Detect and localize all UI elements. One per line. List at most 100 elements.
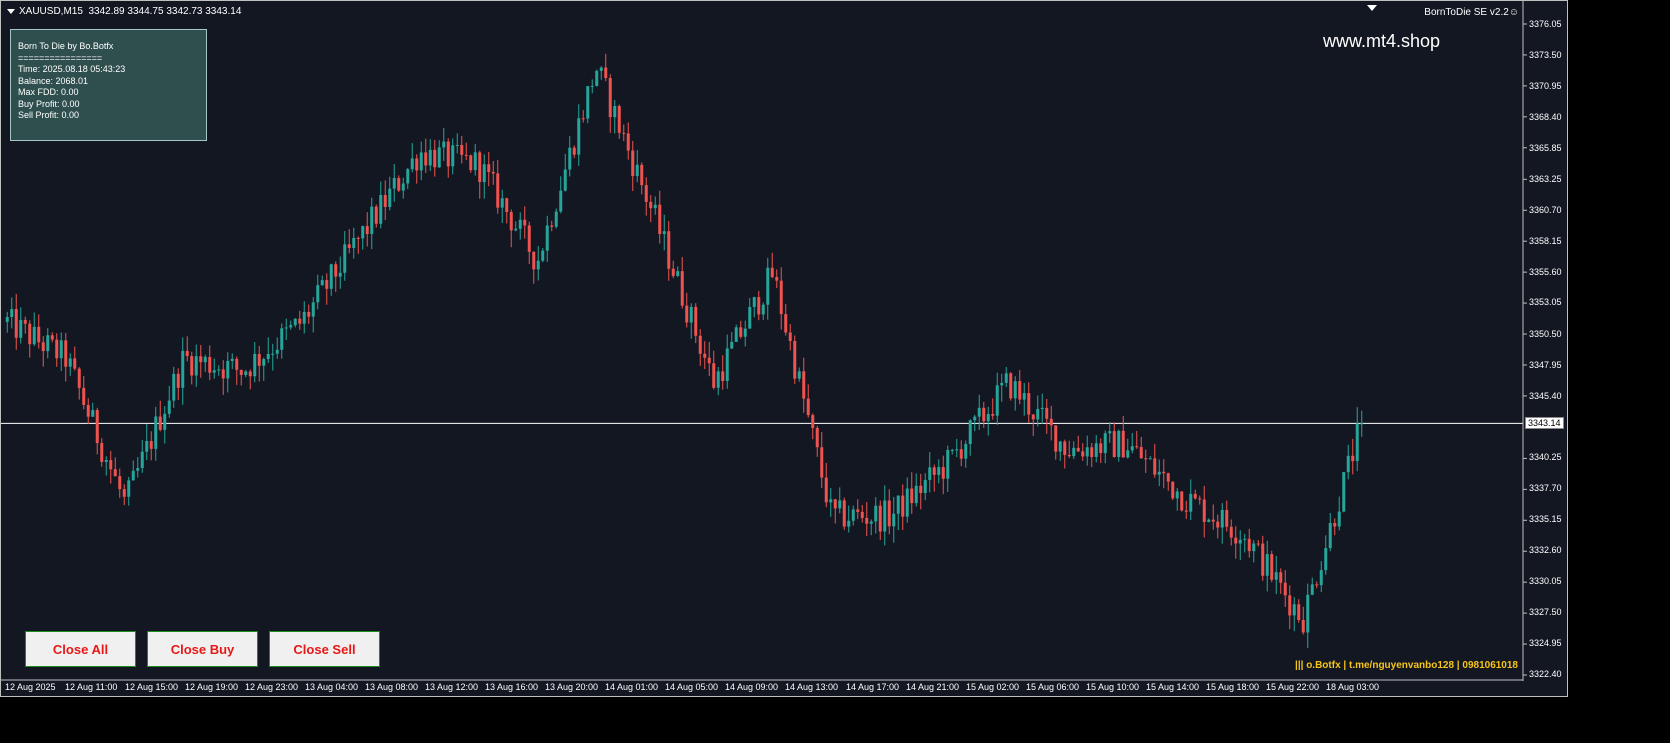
candle-body: [658, 204, 662, 235]
candle-body: [761, 304, 765, 315]
chart-shift-marker-icon[interactable]: [1367, 5, 1377, 11]
candle-body: [1292, 604, 1296, 616]
time-tick-label: 14 Aug 05:00: [665, 682, 719, 692]
time-tick-label: 15 Aug 14:00: [1146, 682, 1200, 692]
candle-body: [590, 85, 594, 87]
price-plot[interactable]: [1, 1, 1568, 697]
time-tick-label: 14 Aug 17:00: [846, 682, 900, 692]
time-tick-label: 13 Aug 12:00: [425, 682, 479, 692]
price-tick-label: 3368.40: [1529, 112, 1562, 122]
time-tick-label: 15 Aug 06:00: [1026, 682, 1080, 692]
candle-body: [806, 398, 810, 416]
price-tick-label: 3332.60: [1529, 545, 1562, 555]
symbol-name: XAUUSD,M15: [19, 6, 83, 17]
candle-body: [442, 141, 446, 148]
candle-body: [370, 206, 374, 235]
candle-body: [1000, 382, 1004, 386]
candle-body: [1130, 446, 1134, 451]
time-tick-label: 14 Aug 21:00: [906, 682, 960, 692]
candle-body: [775, 277, 779, 281]
candle-body: [1211, 519, 1215, 522]
price-tick-label: 3330.05: [1529, 576, 1562, 586]
candle-body: [896, 495, 900, 514]
candle-body: [856, 509, 860, 512]
close-buy-button[interactable]: Close Buy: [147, 631, 258, 667]
candle-body: [712, 363, 716, 388]
candle-body: [392, 178, 396, 189]
price-tick-label: 3324.95: [1529, 638, 1562, 648]
price-tick-label: 3327.50: [1529, 607, 1562, 617]
candle-body: [1306, 594, 1310, 633]
candle-body: [932, 467, 936, 475]
candle-body: [946, 449, 950, 479]
time-tick-label: 15 Aug 10:00: [1086, 682, 1140, 692]
price-tick-label: 3345.40: [1529, 391, 1562, 401]
candle-body: [559, 190, 563, 212]
candle-body: [329, 264, 333, 289]
candle-body: [1045, 407, 1049, 419]
candle-body: [118, 476, 122, 490]
candle-body: [617, 106, 621, 133]
candle-body: [199, 356, 203, 363]
candle-body: [1009, 373, 1013, 399]
candle-body: [100, 443, 104, 462]
candle-body: [536, 260, 540, 270]
candle-body: [127, 480, 131, 497]
candle-body: [460, 144, 464, 155]
price-tick-label: 3365.85: [1529, 143, 1562, 153]
candle-body: [1337, 511, 1341, 527]
price-tick-label: 3347.95: [1529, 360, 1562, 370]
candle-body: [1018, 381, 1022, 400]
candle-body: [487, 164, 491, 173]
candle-body: [374, 206, 378, 224]
candle-body: [280, 328, 284, 350]
candle-body: [545, 225, 549, 251]
candle-body: [221, 369, 225, 379]
candle-body: [1247, 538, 1251, 552]
candle-body: [1351, 455, 1355, 462]
candle-body: [469, 155, 473, 171]
candle-body: [383, 194, 387, 207]
candle-body: [302, 311, 306, 324]
candle-body: [1085, 447, 1089, 457]
candle-body: [46, 335, 50, 352]
time-axis[interactable]: 12 Aug 2025 12 Aug 11:00 12 Aug 15:00 12…: [1, 680, 1521, 696]
expert-advisor-label: BornToDie SE v2.2☺: [1424, 7, 1519, 18]
candle-body: [1171, 481, 1175, 499]
candle-body: [307, 311, 311, 317]
candle-body: [1252, 543, 1256, 552]
candle-body: [1198, 498, 1202, 500]
candle-body: [5, 316, 9, 322]
candle-body: [217, 369, 221, 371]
candle-body: [509, 212, 513, 231]
dropdown-triangle-icon[interactable]: [7, 8, 15, 14]
info-line: ================: [18, 52, 103, 63]
candle-body: [343, 244, 347, 273]
candle-body: [815, 427, 819, 448]
candle-body: [136, 468, 140, 471]
candle-body: [595, 70, 599, 86]
candle-body: [41, 342, 45, 352]
candle-body: [1063, 441, 1067, 455]
candle-body: [1144, 458, 1148, 460]
candle-body: [1090, 447, 1094, 458]
candle-body: [955, 449, 959, 451]
close-sell-button[interactable]: Close Sell: [269, 631, 380, 667]
candle-body: [770, 267, 774, 278]
info-line: Born To Die by Bo.Botfx: [18, 41, 114, 51]
candle-body: [554, 211, 558, 227]
candle-body: [950, 449, 954, 451]
price-axis[interactable]: 3376.05 3373.50 3370.95 3368.40 3365.85 …: [1521, 1, 1567, 696]
candle-body: [320, 280, 324, 286]
candle-body: [851, 509, 855, 521]
chart-window[interactable]: XAUUSD,M15 3342.89 3344.75 3342.73 3343.…: [0, 0, 1568, 697]
candle-body: [1243, 538, 1247, 540]
close-all-button[interactable]: Close All: [25, 631, 136, 667]
candle-body: [635, 164, 639, 177]
info-line: Buy Profit: 0.00: [18, 98, 80, 109]
candle-body: [527, 225, 531, 252]
price-tick-label: 3360.70: [1529, 205, 1562, 215]
candle-body: [50, 335, 54, 340]
candle-body: [644, 185, 648, 202]
candle-body: [257, 353, 261, 366]
